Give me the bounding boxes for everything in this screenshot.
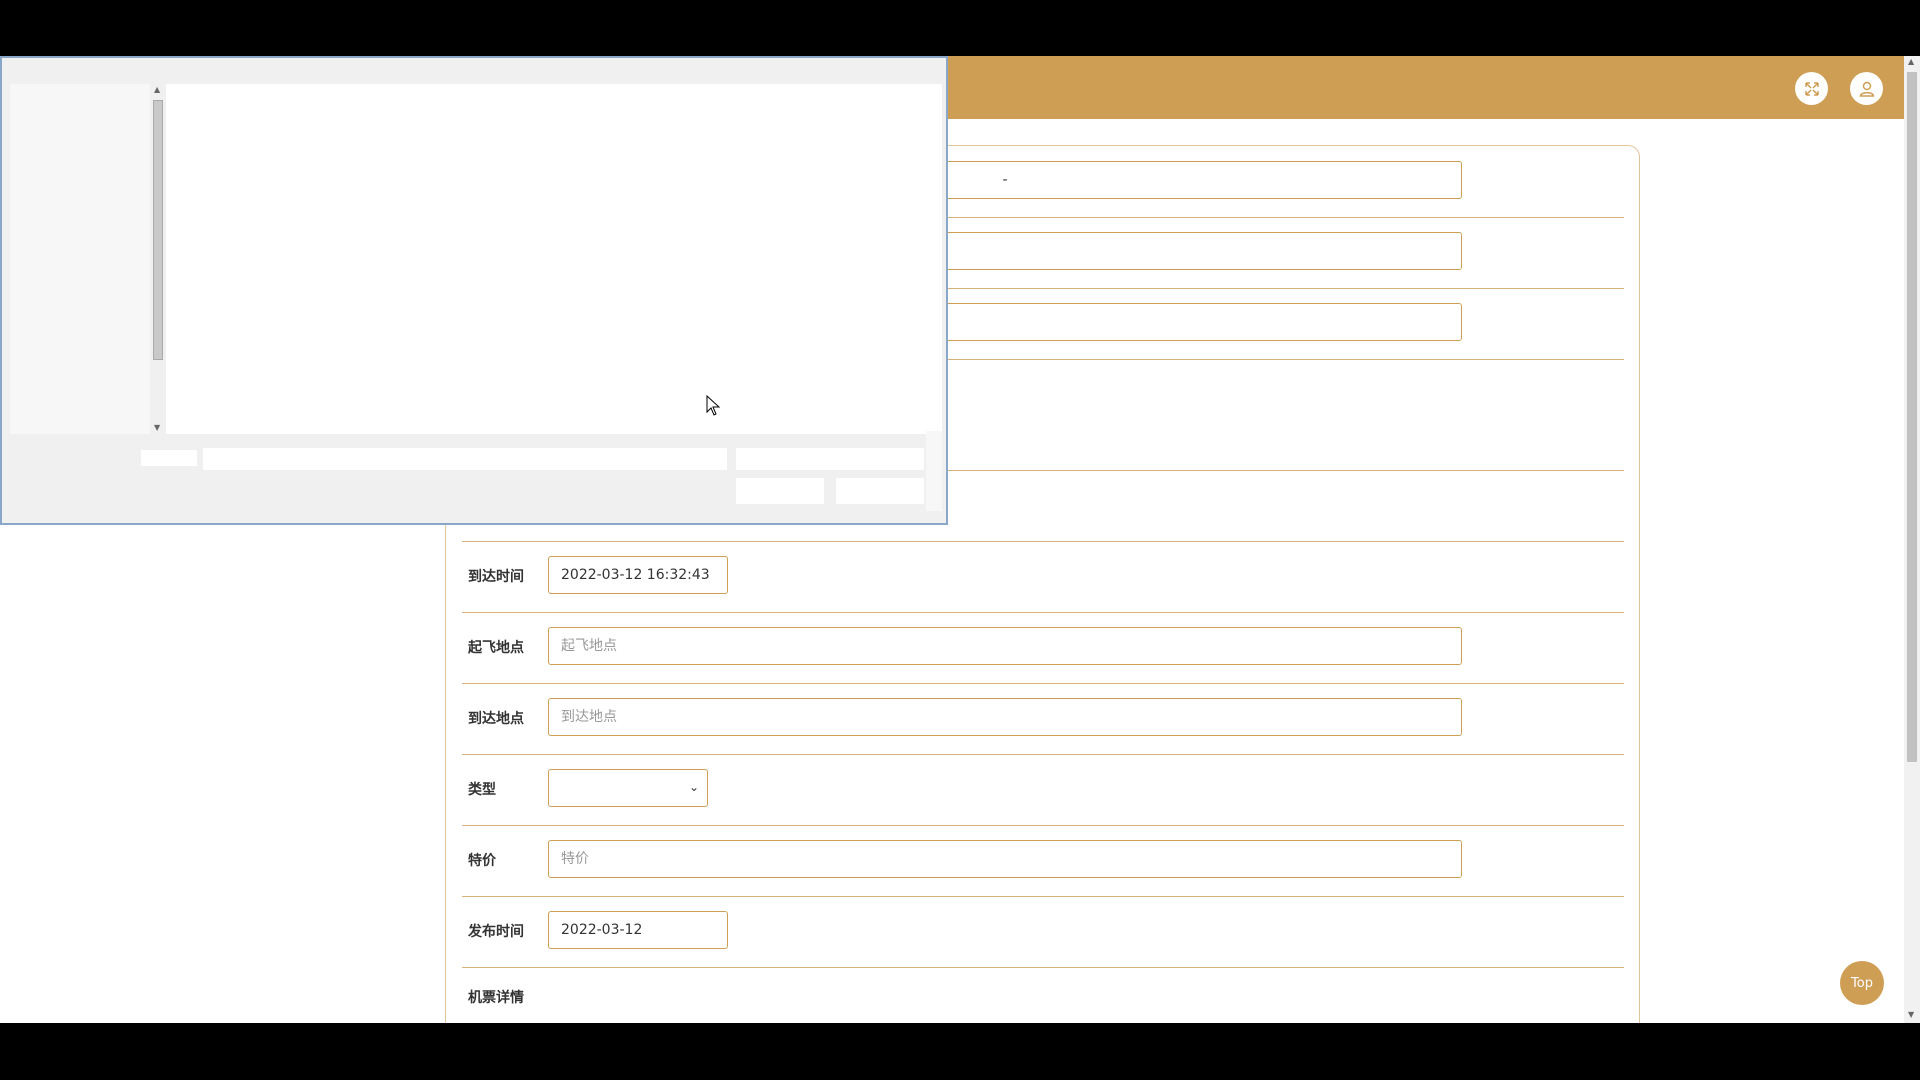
dialog-nav-pane[interactable] — [10, 84, 150, 434]
arrival-place-input[interactable]: 到达地点 — [548, 698, 1462, 736]
form-row-departure-place: 起飞地点 起飞地点 — [462, 612, 1624, 684]
publish-time-label: 发布时间 — [468, 924, 524, 940]
dialog-content-pane[interactable] — [166, 84, 942, 434]
file-dialog-body: ▲ ▼ — [8, 58, 942, 518]
scroll-up-icon[interactable]: ▲ — [1908, 58, 1914, 66]
mouse-cursor-icon — [706, 395, 721, 416]
dialog-filetype-select[interactable] — [736, 448, 924, 470]
arrival-time-input[interactable]: 2022-03-12 16:32:43 — [548, 556, 728, 594]
page-scrollbar[interactable]: ▲ ▼ — [1904, 56, 1920, 1023]
arrival-place-label: 到达地点 — [468, 711, 524, 727]
dialog-scroll-down-icon[interactable]: ▼ — [154, 424, 160, 432]
special-price-input[interactable]: 特价 — [548, 840, 1462, 878]
type-select[interactable]: ⌄ — [548, 769, 708, 807]
type-label: 类型 — [468, 782, 496, 798]
form-row-arrival-place: 到达地点 到达地点 — [462, 683, 1624, 755]
user-button[interactable] — [1850, 72, 1883, 105]
dialog-filename-label — [141, 450, 197, 466]
dialog-filename-input[interactable] — [203, 448, 727, 470]
publish-time-input[interactable]: 2022-03-12 — [548, 911, 728, 949]
form-row-publish-time: 发布时间 2022-03-12 — [462, 896, 1624, 968]
special-price-label: 特价 — [468, 853, 496, 869]
expand-icon — [1804, 81, 1819, 96]
user-icon — [1859, 81, 1874, 97]
form-row-special-price: 特价 特价 — [462, 825, 1624, 897]
chevron-down-icon: ⌄ — [688, 780, 699, 794]
dialog-open-button[interactable] — [736, 478, 824, 504]
scroll-down-icon[interactable]: ▼ — [1908, 1011, 1914, 1019]
departure-place-label: 起飞地点 — [468, 640, 524, 656]
back-to-top-button[interactable]: Top — [1840, 961, 1884, 1005]
arrival-time-label: 到达时间 — [468, 569, 524, 585]
dialog-nav-scroll-thumb[interactable] — [153, 100, 163, 360]
dialog-scroll-up-icon[interactable]: ▲ — [154, 86, 160, 94]
departure-place-input[interactable]: 起飞地点 — [548, 627, 1462, 665]
form-row-ticket-details: 机票详情 — [462, 967, 1624, 1023]
file-dialog: ▲ ▼ — [0, 56, 948, 525]
form-row-arrival-time: 到达时间 2022-03-12 16:32:43 — [462, 541, 1624, 613]
dialog-resize-area — [926, 431, 942, 511]
ticket-details-label: 机票详情 — [468, 990, 524, 1006]
dialog-nav-scrollbar[interactable]: ▲ ▼ — [150, 84, 166, 434]
page-scroll-thumb[interactable] — [1907, 72, 1917, 762]
dialog-cancel-button[interactable] — [836, 478, 924, 504]
form-row-type: 类型 ⌄ — [462, 754, 1624, 826]
fullscreen-button[interactable] — [1795, 72, 1828, 105]
